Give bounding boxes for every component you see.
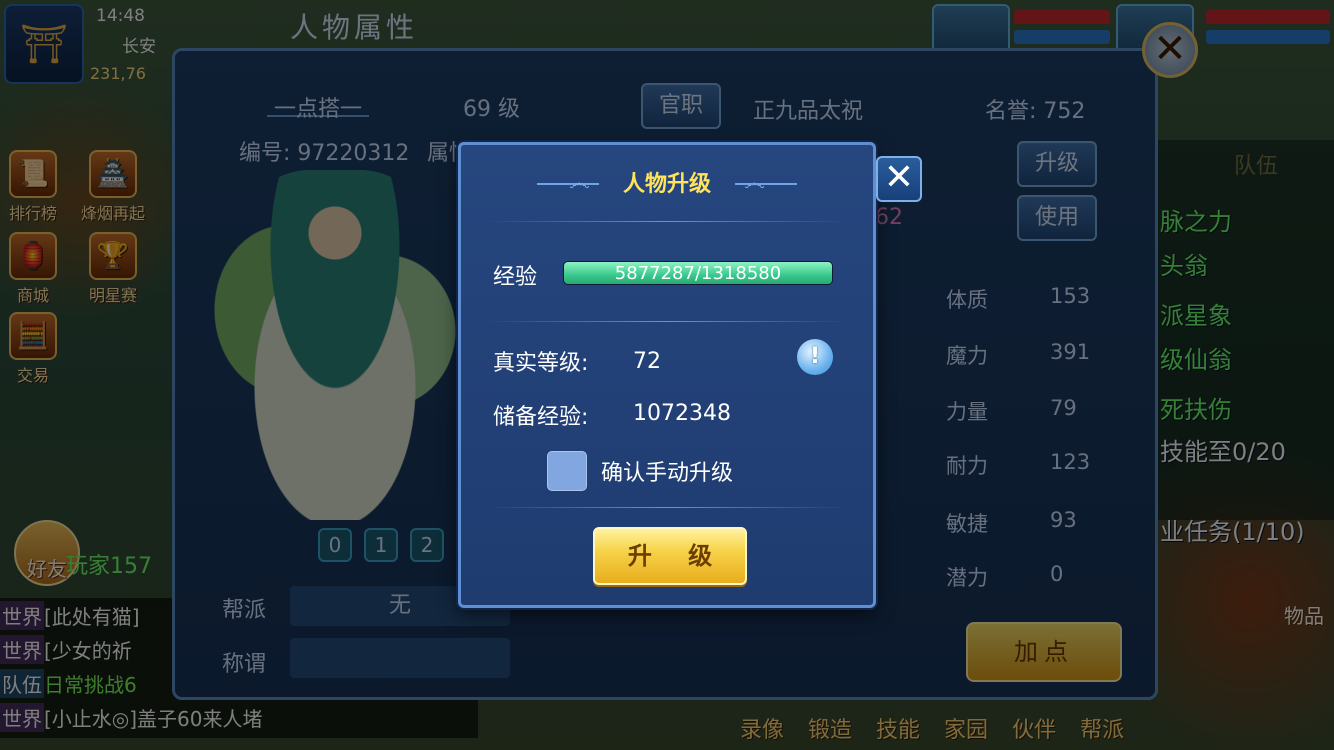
manual-upgrade-label[interactable]: 确认手动升级 [601, 455, 733, 487]
exp-progress-text: 5877287/1318580 [614, 263, 782, 284]
close-icon[interactable]: ✕ [876, 156, 922, 202]
divider [487, 221, 847, 222]
dialog-header: ෴ 人物升级 ෴ [461, 167, 873, 203]
reserve-exp-label: 储备经验: [493, 405, 589, 430]
level-up-dialog: ෴ 人物升级 ෴ 经验 5877287/1318580 真实等级: 72 ! 储… [458, 142, 876, 608]
ornament-line [735, 183, 797, 185]
manual-upgrade-checkbox[interactable] [547, 451, 587, 491]
real-level-label: 真实等级: [493, 351, 589, 376]
reserve-exp-value: 1072348 [633, 401, 731, 426]
exp-label: 经验 [493, 265, 538, 290]
divider [487, 507, 847, 508]
dialog-title: 人物升级 [622, 172, 711, 197]
ornament-curl-icon: ෴ [569, 171, 590, 196]
info-icon[interactable]: ! [797, 339, 833, 375]
divider [487, 321, 847, 322]
real-level-value: 72 [633, 349, 661, 374]
exp-progress-bar: 5877287/1318580 [563, 261, 833, 285]
upgrade-button[interactable]: 升 级 [593, 527, 747, 585]
